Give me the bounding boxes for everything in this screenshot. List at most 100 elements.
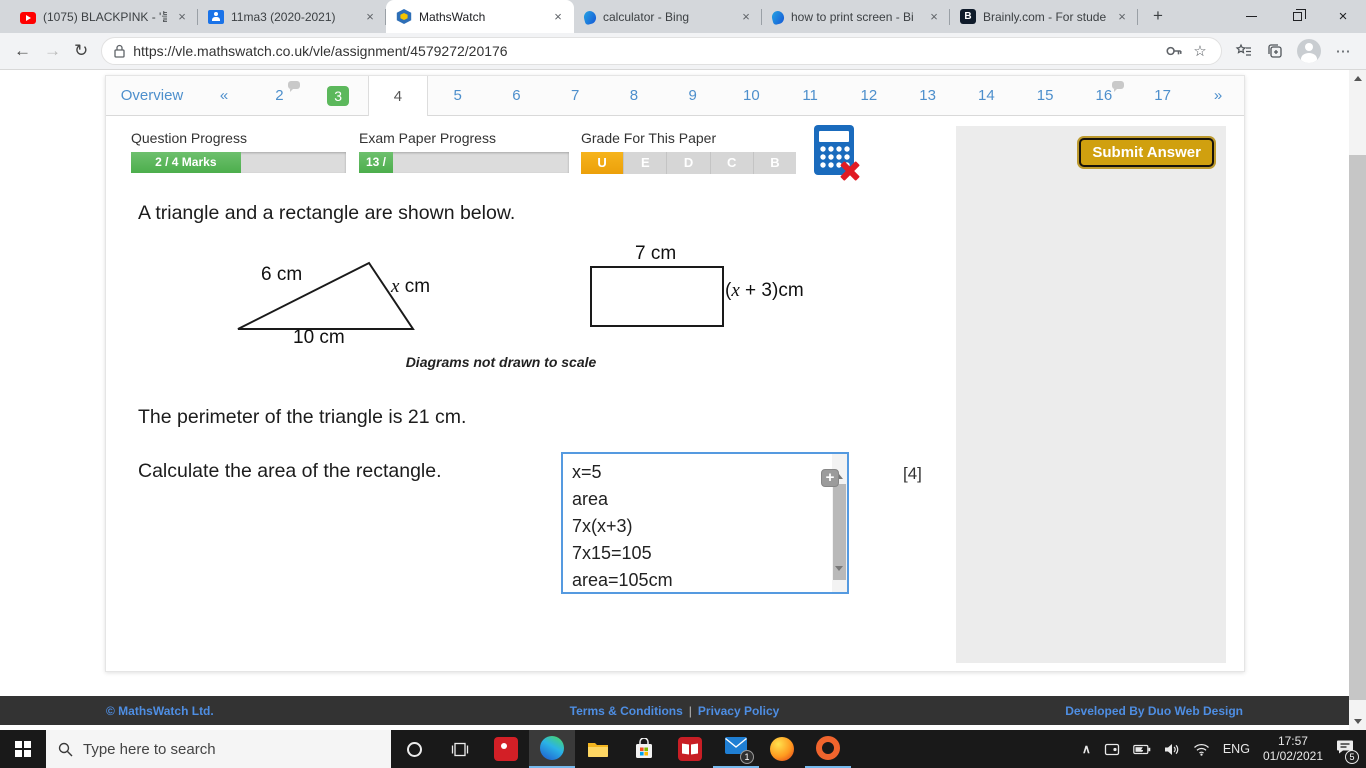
close-tab-icon[interactable]: × bbox=[362, 9, 378, 25]
nav-page-7[interactable]: 7 bbox=[546, 76, 605, 115]
bing-icon bbox=[770, 9, 786, 26]
classroom-icon bbox=[208, 10, 224, 24]
browser-tab[interactable]: (1075) BLACKPINK - '블 × bbox=[10, 0, 198, 33]
start-button[interactable] bbox=[0, 730, 46, 768]
taskbar-app-adobe-reader[interactable] bbox=[483, 730, 529, 768]
close-window-button[interactable]: × bbox=[1320, 0, 1366, 33]
refresh-button[interactable]: ↻ bbox=[74, 41, 88, 61]
nav-next[interactable]: » bbox=[1192, 76, 1244, 115]
browser-tab[interactable]: how to print screen - Bi × bbox=[762, 0, 950, 33]
close-tab-icon[interactable]: × bbox=[550, 9, 566, 25]
favorites-hub-icon[interactable] bbox=[1235, 42, 1253, 60]
rectangle-side-label: (x + 3)cm bbox=[725, 280, 804, 301]
screen-cast-icon[interactable] bbox=[1104, 743, 1120, 756]
answer-input[interactable]: x=5 area 7x(x+3) 7x15=105 area=105cm bbox=[563, 454, 832, 592]
close-tab-icon[interactable]: × bbox=[738, 9, 754, 25]
answer-side-panel: Submit Answer bbox=[956, 126, 1226, 663]
nav-overview[interactable]: Overview bbox=[106, 76, 198, 115]
nav-page-10[interactable]: 10 bbox=[722, 76, 781, 115]
taskbar-app-microsoft-store[interactable] bbox=[621, 730, 667, 768]
scroll-down-icon[interactable] bbox=[1349, 713, 1366, 730]
task-view-button[interactable] bbox=[437, 730, 483, 768]
taskbar-app-file-explorer[interactable] bbox=[575, 730, 621, 768]
notification-center-button[interactable]: 5 bbox=[1336, 739, 1359, 764]
nav-page-4-current[interactable]: 4 bbox=[367, 76, 429, 116]
microsoft-store-icon bbox=[636, 738, 652, 758]
tray-expand-icon[interactable]: ∧ bbox=[1082, 742, 1091, 756]
nav-page-6[interactable]: 6 bbox=[487, 76, 546, 115]
taskbar-app-ebook[interactable] bbox=[667, 730, 713, 768]
page-scroll-thumb[interactable] bbox=[1349, 155, 1366, 700]
triangle-side-right-label: x cm bbox=[391, 276, 431, 297]
taskbar-search[interactable] bbox=[46, 730, 391, 768]
nav-page-12[interactable]: 12 bbox=[840, 76, 899, 115]
footer-copyright-link[interactable]: © MathsWatch Ltd. bbox=[106, 704, 214, 718]
nav-page-9[interactable]: 9 bbox=[663, 76, 722, 115]
battery-icon[interactable] bbox=[1133, 744, 1151, 755]
language-indicator[interactable]: ENG bbox=[1223, 742, 1250, 756]
nav-label: Overview bbox=[120, 87, 184, 104]
file-explorer-icon bbox=[588, 743, 608, 757]
nav-page-14[interactable]: 14 bbox=[957, 76, 1016, 115]
exam-progress-bar: 13 / bbox=[359, 152, 569, 173]
restore-button[interactable] bbox=[1274, 0, 1320, 33]
taskbar-app-mail[interactable]: 1 bbox=[713, 730, 759, 768]
footer-developer-link[interactable]: Developed By Duo Web Design bbox=[1065, 704, 1243, 718]
search-icon bbox=[58, 742, 73, 756]
close-tab-icon[interactable]: × bbox=[174, 9, 190, 25]
nav-page-8[interactable]: 8 bbox=[605, 76, 664, 115]
cortana-button[interactable] bbox=[391, 730, 437, 768]
back-button[interactable]: ← bbox=[14, 41, 31, 61]
nav-page-11[interactable]: 11 bbox=[781, 76, 840, 115]
taskbar-app-firefox[interactable] bbox=[759, 730, 805, 768]
site-footer: © MathsWatch Ltd. Terms & Conditions | P… bbox=[0, 696, 1349, 725]
clock-date: 01/02/2021 bbox=[1262, 749, 1323, 763]
taskbar-app-edge-active[interactable] bbox=[529, 730, 575, 768]
grade-label: Grade For This Paper bbox=[581, 130, 717, 146]
enlarge-answer-button[interactable]: + bbox=[821, 469, 839, 487]
profile-avatar[interactable] bbox=[1297, 39, 1321, 63]
grade-cell: C bbox=[710, 152, 754, 174]
page-scrollbar[interactable] bbox=[1349, 70, 1366, 730]
close-tab-icon[interactable]: × bbox=[926, 9, 942, 25]
clock[interactable]: 17:57 01/02/2021 bbox=[1263, 734, 1323, 764]
volume-icon[interactable] bbox=[1164, 743, 1180, 756]
collections-icon[interactable] bbox=[1266, 42, 1284, 60]
new-tab-button[interactable]: + bbox=[1144, 3, 1172, 31]
scroll-up-icon[interactable] bbox=[1349, 70, 1366, 87]
submit-answer-button[interactable]: Submit Answer bbox=[1079, 138, 1214, 167]
browser-tab-active[interactable]: MathsWatch × bbox=[386, 0, 574, 33]
url-text[interactable]: https://vle.mathswatch.co.uk/vle/assignm… bbox=[133, 43, 1157, 59]
minimize-button[interactable] bbox=[1228, 0, 1274, 33]
nav-page-16[interactable]: 16 bbox=[1075, 76, 1134, 115]
minimize-icon bbox=[1245, 16, 1257, 17]
nav-page-5[interactable]: 5 bbox=[428, 76, 487, 115]
password-key-icon[interactable] bbox=[1165, 42, 1183, 60]
question-progress-fill: 2 / 4 Marks bbox=[131, 152, 241, 173]
nav-page-15[interactable]: 15 bbox=[1016, 76, 1075, 115]
marks-available: [4] bbox=[903, 464, 922, 483]
wifi-icon[interactable] bbox=[1193, 743, 1210, 756]
windows-taskbar: 1 ∧ ENG 17:57 01/02/2021 5 bbox=[0, 730, 1366, 768]
scroll-down-icon[interactable] bbox=[835, 566, 843, 589]
comment-bubble-icon bbox=[1112, 81, 1125, 92]
window-controls: × bbox=[1228, 0, 1366, 33]
add-favorite-star-icon[interactable]: ☆ bbox=[1191, 42, 1209, 60]
footer-terms-link[interactable]: Terms & Conditions bbox=[570, 704, 683, 718]
settings-menu-icon[interactable]: ⋯ bbox=[1334, 42, 1352, 60]
browser-tab[interactable]: B Brainly.com - For stude × bbox=[950, 0, 1138, 33]
footer-privacy-link[interactable]: Privacy Policy bbox=[698, 704, 779, 718]
address-bar[interactable]: https://vle.mathswatch.co.uk/vle/assignm… bbox=[101, 37, 1222, 65]
nav-prev[interactable]: « bbox=[198, 76, 250, 115]
taskbar-app-origin[interactable] bbox=[805, 730, 851, 768]
nav-page-2[interactable]: 2 bbox=[250, 76, 309, 115]
task-view-icon bbox=[451, 742, 469, 756]
search-input[interactable] bbox=[83, 740, 353, 758]
close-tab-icon[interactable]: × bbox=[1114, 9, 1130, 25]
nav-page-17[interactable]: 17 bbox=[1133, 76, 1192, 115]
nav-page-3[interactable]: 3 bbox=[309, 76, 368, 115]
browser-tab[interactable]: 11ma3 (2020-2021) × bbox=[198, 0, 386, 33]
browser-tab[interactable]: calculator - Bing × bbox=[574, 0, 762, 33]
nav-label: 9 bbox=[688, 87, 697, 104]
nav-page-13[interactable]: 13 bbox=[898, 76, 957, 115]
